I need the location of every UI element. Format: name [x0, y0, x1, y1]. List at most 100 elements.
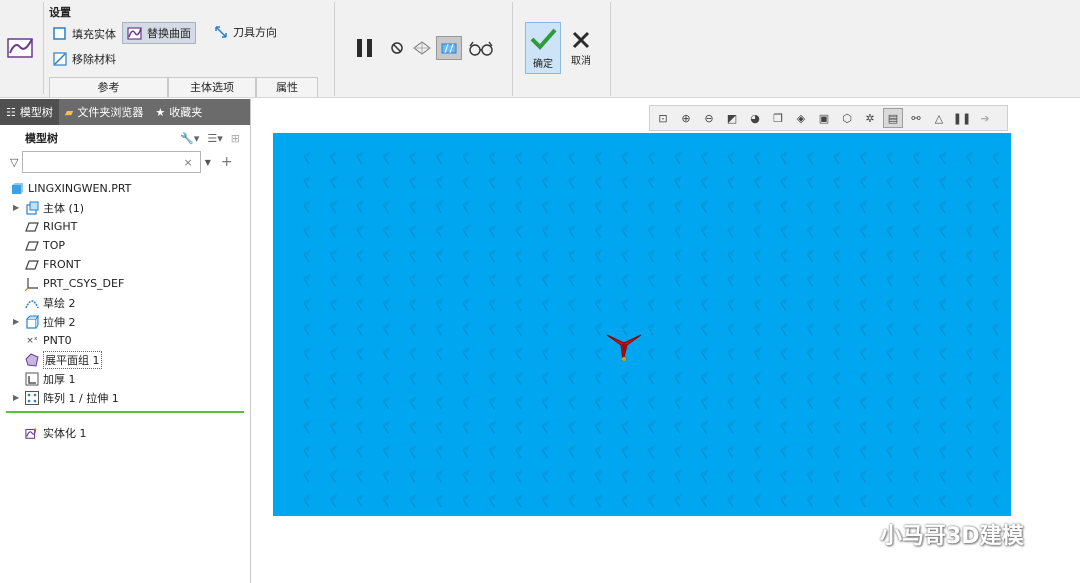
tree-settings-icon[interactable]: 🔧▾	[180, 132, 199, 145]
glasses-icon	[469, 41, 493, 56]
pause-button[interactable]	[352, 36, 378, 60]
sketch-icon	[25, 296, 39, 310]
tree-item-csys[interactable]: PRT_CSYS_DEF	[0, 274, 250, 293]
display-style-icon[interactable]: ❒	[768, 108, 788, 128]
tab-body-options[interactable]: 主体选项	[168, 77, 256, 97]
model-tree-header: 模型树 🔧▾ ☰▾ ⊞	[0, 127, 250, 149]
wechat-icon	[841, 522, 873, 546]
model-tree-title: 模型树	[25, 132, 58, 145]
remove-material-label: 移除材料	[72, 53, 116, 66]
tab-folder-browser-label: 文件夹浏览器	[77, 106, 144, 119]
tree-item-label: TOP	[43, 239, 66, 252]
annotation-display-icon[interactable]: ▤	[883, 108, 903, 128]
body-icon	[25, 201, 39, 215]
flatten-quilt-icon	[25, 352, 39, 367]
datum-display-icon[interactable]: ✲	[860, 108, 880, 128]
tree-item-right[interactable]: RIGHT	[0, 217, 250, 236]
refit-icon[interactable]: ⊡	[653, 108, 673, 128]
svg-text:*: *	[34, 427, 37, 434]
tree-item-label: 草绘 2	[43, 296, 76, 310]
tree-item-body[interactable]: ▶ 主体 (1)	[0, 198, 250, 217]
tree-item-label: 拉伸 2	[43, 315, 76, 329]
extrude-icon	[25, 314, 39, 329]
tab-references[interactable]: 参考	[49, 77, 168, 97]
remove-material-option[interactable]: 移除材料	[48, 48, 120, 70]
ok-button[interactable]: 确定	[525, 22, 561, 74]
tab-model-tree[interactable]: ☷ 模型树	[0, 99, 59, 125]
cancel-button[interactable]: 取消	[566, 22, 596, 74]
filter-dropdown-icon[interactable]: ▼	[205, 158, 211, 167]
appearance-icon[interactable]: △	[929, 108, 949, 128]
pattern-icon	[25, 390, 39, 405]
flip-direction-icon	[215, 26, 227, 38]
favorites-icon: ★	[155, 105, 166, 119]
view-manager-icon[interactable]: ◕	[745, 108, 765, 128]
tree-item-flatten-quilt[interactable]: 展平面组 1	[0, 350, 250, 369]
ok-label: 确定	[533, 59, 553, 70]
tab-folder-browser[interactable]: ▰ 文件夹浏览器	[59, 99, 149, 125]
no-preview-button[interactable]	[386, 36, 408, 60]
saved-views-icon[interactable]: ◈	[791, 108, 811, 128]
view-toolbar: ⊡ ⊕ ⊖ ◩ ◕ ❒ ◈ ▣ ⬡ ✲ ▤ ⚯ △ ❚❚ ➔	[649, 105, 1008, 131]
direction-arrow-icon[interactable]	[605, 331, 643, 365]
fill-solid-option[interactable]: 填充实体	[48, 23, 120, 45]
show-menu-icon[interactable]: ☰▾	[207, 132, 222, 145]
tree-item-solidify[interactable]: * 实体化 1	[0, 423, 250, 442]
checkmark-icon	[530, 28, 557, 50]
pause-icon	[357, 39, 372, 57]
expand-arrow-icon[interactable]: ▶	[13, 203, 25, 212]
cancel-label: 取消	[571, 56, 591, 67]
tree-item-label: 加厚 1	[43, 372, 76, 386]
replace-surface-option[interactable]: 替换曲面	[122, 22, 196, 44]
tree-filter-row: ▽ × ▼ +	[0, 149, 250, 175]
part-icon	[10, 182, 24, 196]
feature-preview-button[interactable]	[436, 36, 462, 60]
ribbon-separator	[610, 2, 611, 96]
tab-properties[interactable]: 属性	[256, 77, 318, 97]
fill-solid-label: 填充实体	[72, 28, 116, 41]
watermark-text: 小马哥3D建模	[880, 524, 1024, 549]
tree-filter-icon[interactable]: ⊞	[231, 132, 240, 145]
csys-icon	[25, 277, 39, 291]
geometry-preview-button[interactable]	[410, 36, 434, 60]
model-surface[interactable]	[273, 133, 1011, 516]
insert-here-indicator[interactable]	[6, 411, 244, 413]
add-filter-icon[interactable]: +	[221, 154, 233, 170]
tree-item-sketch[interactable]: 草绘 2	[0, 293, 250, 312]
tree-item-thicken[interactable]: 加厚 1	[0, 369, 250, 388]
tool-direction-option[interactable]: 刀具方向	[209, 21, 281, 43]
tree-item-front[interactable]: FRONT	[0, 255, 250, 274]
ribbon-panel-tabs: 参考 主体选项 属性	[49, 77, 318, 97]
tree-item-label: 展平面组 1	[43, 350, 102, 369]
verify-button[interactable]	[466, 36, 496, 60]
expand-arrow-icon[interactable]: ▶	[13, 317, 25, 326]
zoom-in-icon[interactable]: ⊕	[676, 108, 696, 128]
zoom-out-icon[interactable]: ⊖	[699, 108, 719, 128]
fill-solid-icon	[53, 27, 66, 40]
tree-item-label: 实体化 1	[43, 426, 87, 440]
tree-item-point[interactable]: ×ˣ PNT0	[0, 331, 250, 350]
tree-item-extrude[interactable]: ▶ 拉伸 2	[0, 312, 250, 331]
expand-arrow-icon[interactable]: ▶	[13, 393, 25, 402]
replace-surface-label: 替换曲面	[147, 27, 191, 40]
section-icon[interactable]: ▣	[814, 108, 834, 128]
solidify-icon: *	[25, 426, 39, 440]
spin-center-icon[interactable]: ⚯	[906, 108, 926, 128]
tree-item-label: LINGXINGWEN.PRT	[28, 182, 132, 195]
tab-favorites[interactable]: ★ 收藏夹	[149, 99, 208, 125]
remove-material-icon	[53, 52, 67, 66]
tree-search-input[interactable]	[22, 151, 202, 173]
pause-regen-icon[interactable]: ❚❚	[952, 108, 972, 128]
repaint-icon[interactable]: ◩	[722, 108, 742, 128]
tree-item-pattern[interactable]: ▶ 阵列 1 / 拉伸 1	[0, 388, 250, 407]
reorient-icon[interactable]: ➔	[975, 108, 995, 128]
graphics-window[interactable]: ⊡ ⊕ ⊖ ◩ ◕ ❒ ◈ ▣ ⬡ ✲ ▤ ⚯ △ ❚❚ ➔	[252, 99, 1080, 583]
tree-item-top[interactable]: TOP	[0, 236, 250, 255]
navigator-tabs: ☷ 模型树 ▰ 文件夹浏览器 ★ 收藏夹	[0, 99, 250, 125]
clear-search-icon[interactable]: ×	[183, 156, 192, 169]
watermark: 小马哥3D建模	[840, 518, 1024, 550]
tree-item-part[interactable]: LINGXINGWEN.PRT	[0, 179, 250, 198]
filter-funnel-icon[interactable]: ▽	[10, 156, 18, 169]
perspective-icon[interactable]: ⬡	[837, 108, 857, 128]
model-tree-panel: ☷ 模型树 ▰ 文件夹浏览器 ★ 收藏夹 模型树 🔧▾ ☰▾ ⊞ ▽ × ▼ +…	[0, 99, 251, 583]
